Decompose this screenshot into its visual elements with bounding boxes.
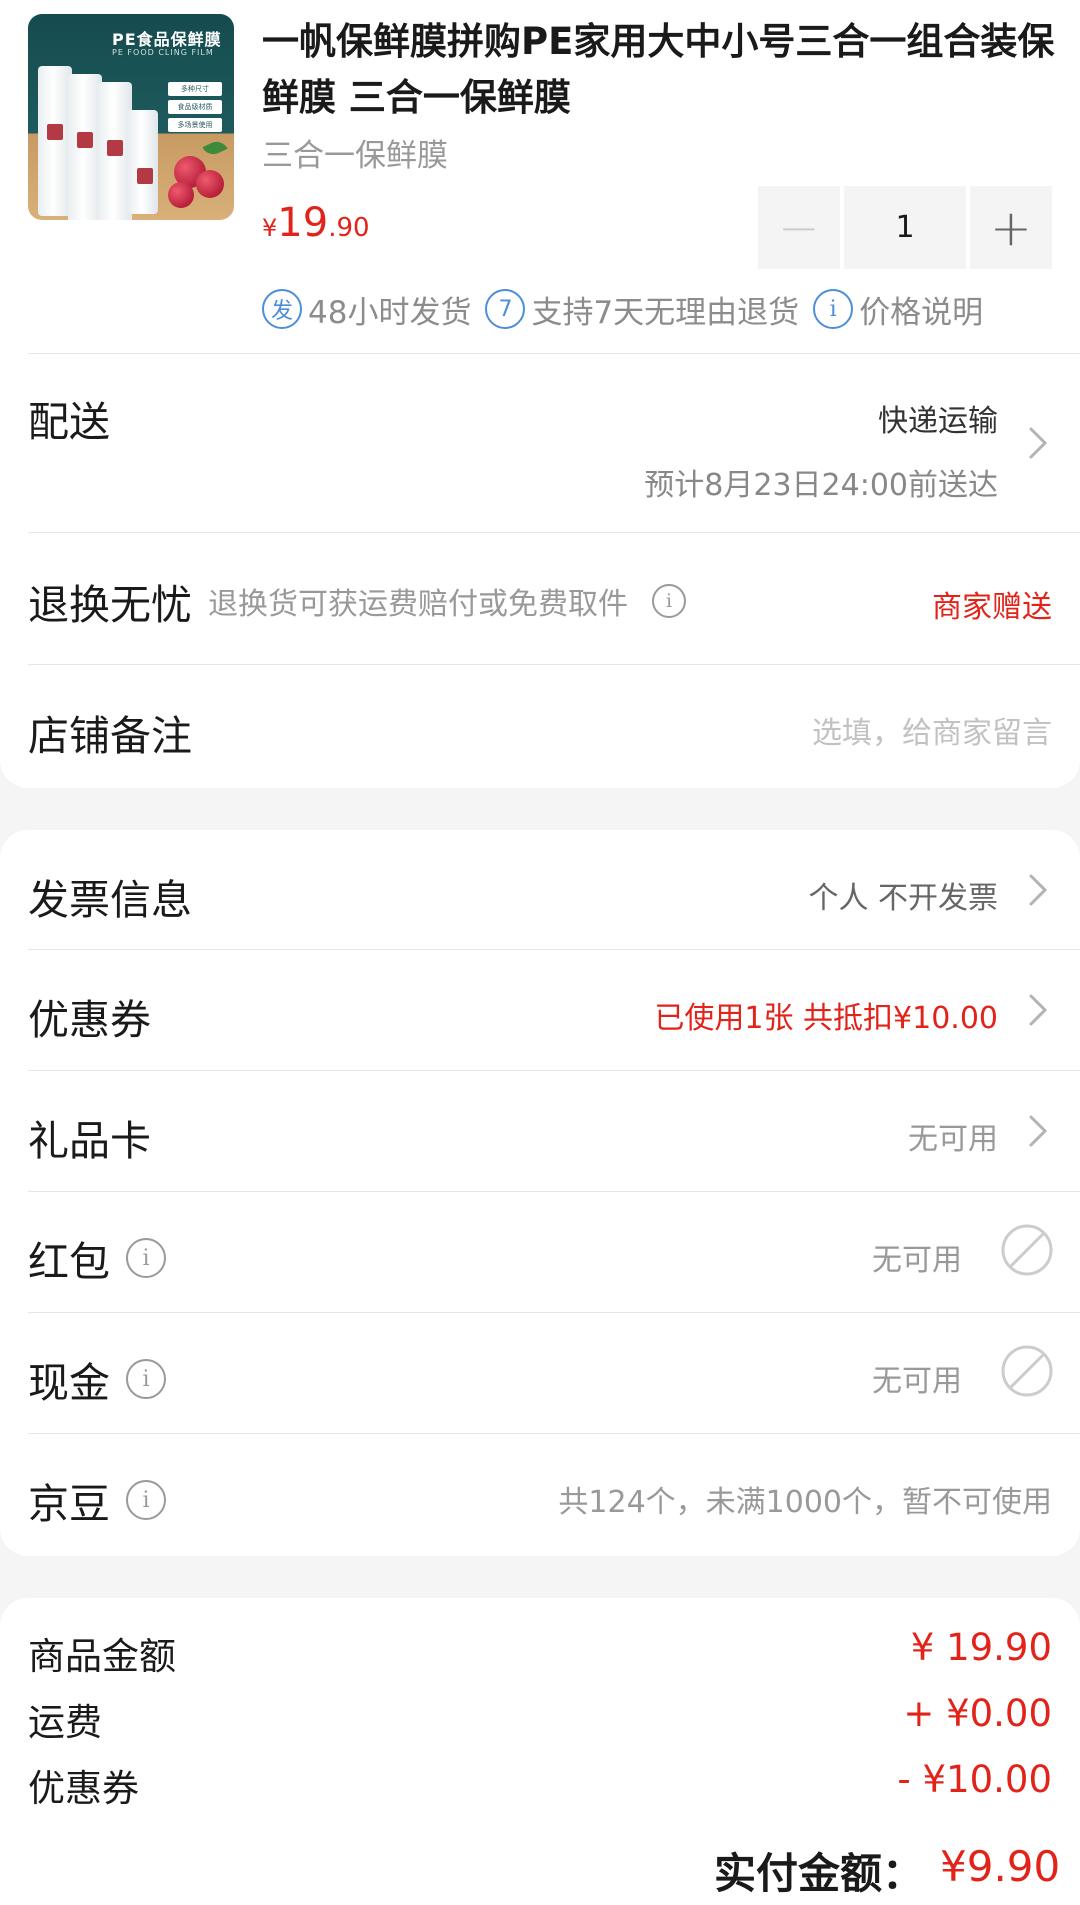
leaf-decoration [202,137,228,159]
info-icon: i [813,289,854,329]
info-icon[interactable]: i [126,1238,166,1278]
shipping-fee-value: + ¥0.00 [903,1692,1052,1735]
service-item-shipping: 发 48小时发货 [262,287,471,332]
red-packet-label: 红包 i [28,1228,166,1288]
cash-label: 现金 i [28,1349,166,1409]
shipping-badge-icon: 发 [262,289,302,329]
divider [28,1433,1080,1434]
raspberry-decoration [196,170,224,198]
cash-title: 现金 [28,1359,110,1407]
product-image-subtitle: PE FOOD CLING FILM [112,48,214,57]
jingdou-title: 京豆 [28,1480,110,1528]
goods-amount-value: ¥ 19.90 [910,1626,1052,1669]
goods-amount-label: 商品金额 [28,1635,176,1678]
shipping-fee-label: 运费 [28,1701,102,1744]
jingdou-label: 京豆 i [28,1470,166,1530]
shop-note-label: 店铺备注 [28,712,192,760]
divider [28,664,1080,665]
divider [28,1070,1080,1071]
return-worry-free-description: 退换货可获运费赔付或免费取件 [208,587,628,622]
delivery-label: 配送 [28,398,110,446]
chevron-right-icon [1022,992,1054,1028]
price-integer: 19 [277,200,329,246]
service-item-price-note: i 价格说明 [813,287,983,332]
seven-day-return-icon: 7 [485,289,526,329]
divider [28,353,1080,354]
product-spec: 三合一保鲜膜 [262,138,448,174]
unavailable-icon [1001,1345,1053,1397]
product-image-title: PE食品保鲜膜 [112,30,222,49]
film-roll [98,82,132,220]
divider [28,1191,1080,1192]
decrease-quantity-button[interactable]: − [758,186,840,269]
service-guarantees[interactable]: 发 48小时发货 7 支持7天无理由退货 i 价格说明 [262,286,997,332]
order-product-card: PE食品保鲜膜 PE FOOD CLING FILM 多种尺寸 食品级材质 多场… [0,0,1080,788]
film-roll [38,66,72,216]
product-price: ¥19.90 [262,200,370,246]
delivery-method: 快递运输 [878,404,998,439]
total-amount-label: 实付金额： [714,1849,925,1898]
product-image-tag: 食品级材质 [168,100,222,114]
film-box [128,110,158,214]
delivery-estimate: 预计8月23日24:00前送达 [644,468,998,503]
jingdou-value: 共124个，未满1000个，暂不可使用 [558,1485,1052,1520]
raspberry-decoration [168,182,194,208]
return-worry-free-title: 退换无忧 [28,581,192,629]
film-roll [68,74,102,220]
info-icon[interactable]: i [126,1359,166,1399]
gift-card-label: 礼品卡 [28,1117,151,1165]
cash-value: 无可用 [872,1364,962,1399]
red-packet-title: 红包 [28,1238,110,1286]
increase-quantity-button[interactable]: + [970,186,1052,269]
product-image[interactable]: PE食品保鲜膜 PE FOOD CLING FILM 多种尺寸 食品级材质 多场… [28,14,234,220]
price-decimal: .90 [328,213,370,243]
info-icon[interactable]: i [652,584,686,618]
divider [28,949,1080,950]
invoice-value: 个人 不开发票 [808,881,998,916]
divider [28,532,1080,533]
chevron-right-icon [1022,1113,1054,1149]
coupon-label: 优惠券 [28,996,151,1044]
product-image-tag: 多场景使用 [168,118,222,132]
payment-options-card: 发票信息 个人 不开发票 优惠券 已使用1张 共抵扣¥10.00 礼品卡 无可用… [0,830,1080,1556]
shop-note-input[interactable]: 选填，给商家留言 [812,708,1052,752]
coupon-value: 已使用1张 共抵扣¥10.00 [654,1001,998,1036]
quantity-stepper: − 1 + [758,186,1052,269]
unavailable-icon [1001,1224,1053,1276]
price-currency: ¥ [262,214,278,242]
info-icon[interactable]: i [126,1480,166,1520]
product-title[interactable]: 一帆保鲜膜拼购PE家用大中小号三合一组合装保鲜膜 三合一保鲜膜 [262,14,1062,126]
chevron-right-icon [1022,872,1054,908]
service-label: 48小时发货 [308,294,472,331]
service-label: 支持7天无理由退货 [531,294,800,331]
total-amount-value: ¥9.90 [940,1842,1061,1891]
return-worry-free-label: 退换无忧 退换货可获运费赔付或免费取件 i [28,571,686,631]
return-worry-free-value: 商家赠送 [932,590,1052,625]
product-image-tag: 多种尺寸 [168,82,222,96]
service-label: 价格说明 [859,294,984,331]
gift-card-value: 无可用 [908,1122,998,1157]
divider [28,1312,1080,1313]
red-packet-value: 无可用 [872,1243,962,1278]
coupon-discount-value: - ¥10.00 [897,1758,1052,1801]
quantity-value[interactable]: 1 [844,186,966,269]
chevron-right-icon [1022,425,1054,461]
invoice-label: 发票信息 [28,876,192,924]
service-item-return: 7 支持7天无理由退货 [485,287,799,332]
coupon-discount-label: 优惠券 [28,1767,139,1810]
